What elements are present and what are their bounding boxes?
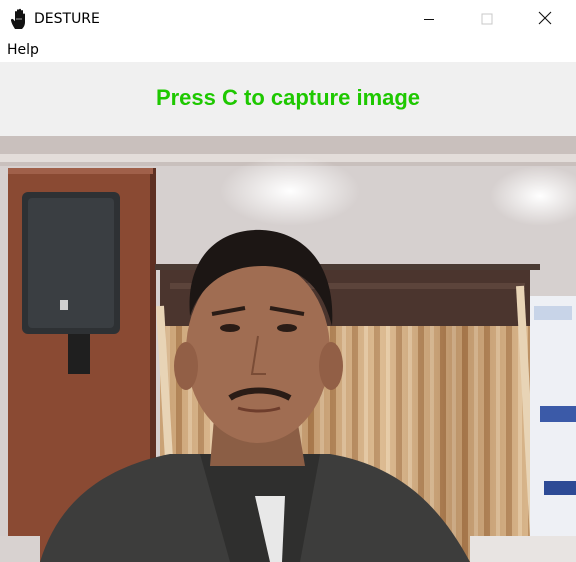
menu-bar: Help xyxy=(0,38,576,62)
hand-icon xyxy=(10,8,30,30)
maximize-icon xyxy=(481,10,493,29)
menu-help[interactable]: Help xyxy=(7,41,39,59)
banner-text: Press C to capture image xyxy=(155,85,421,110)
close-button[interactable] xyxy=(516,0,574,38)
title-bar[interactable]: DESTURE xyxy=(0,0,576,38)
app-window: DESTURE Help Press C to capture image xyxy=(0,0,576,562)
minimize-button[interactable] xyxy=(400,0,458,38)
camera-image xyxy=(0,136,576,562)
window-title: DESTURE xyxy=(34,11,100,27)
close-icon xyxy=(538,10,552,29)
instruction-banner: Press C to capture image xyxy=(0,62,576,136)
minimize-icon xyxy=(423,10,435,29)
maximize-button[interactable] xyxy=(458,0,516,38)
camera-feed xyxy=(0,136,576,562)
